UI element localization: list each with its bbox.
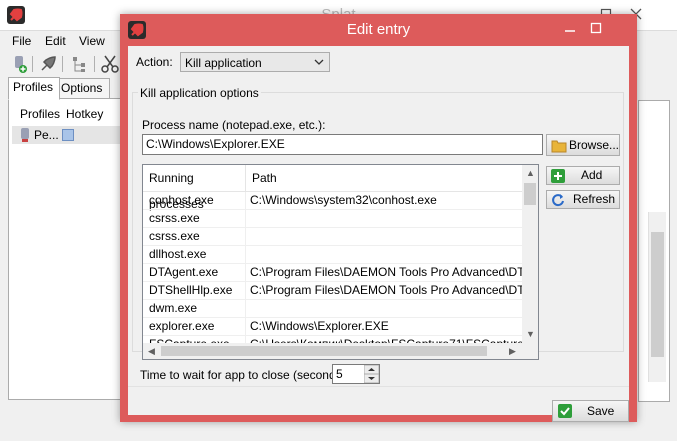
save-button[interactable]: Save xyxy=(552,400,629,422)
process-name-cell: DTAgent.exe xyxy=(143,264,246,281)
process-name-cell: DTShellHlp.exe xyxy=(143,282,246,299)
proc-rows: conhost.exe C:\Windows\system32\conhost.e… xyxy=(143,192,523,354)
table-row[interactable]: DTAgent.exe C:\Program Files\DAEMON Tools… xyxy=(143,264,523,282)
browse-button[interactable]: Browse... xyxy=(546,134,620,156)
process-name-cell: dwm.exe xyxy=(143,300,246,317)
menu-edit[interactable]: Edit xyxy=(45,34,66,48)
col-hotkey[interactable]: Hotkey xyxy=(66,104,103,124)
main-scrollbar[interactable] xyxy=(648,212,666,382)
scroll-down-icon[interactable]: ▼ xyxy=(526,329,535,339)
wait-seconds-spinner[interactable] xyxy=(363,364,380,384)
scroll-up-icon[interactable]: ▲ xyxy=(526,168,535,178)
dialog-titlebar: Edit entry xyxy=(120,14,637,46)
tree-icon[interactable] xyxy=(70,54,90,74)
scroll-right-icon[interactable]: ▶ xyxy=(509,346,516,357)
action-label: Action: xyxy=(136,55,173,69)
process-name-label: Process name (notepad.exe, etc.): xyxy=(142,118,326,132)
action-value: Kill application xyxy=(185,56,262,70)
col-running-processes[interactable]: Running processes xyxy=(143,165,246,211)
profile-name: Pe... xyxy=(34,128,59,142)
menu-view[interactable]: View xyxy=(79,34,105,48)
table-row[interactable]: dwm.exe xyxy=(143,300,523,318)
running-processes-list[interactable]: Running processes Path conhost.exe C:\Win… xyxy=(142,164,539,360)
table-row[interactable]: dllhost.exe xyxy=(143,246,523,264)
folder-icon xyxy=(551,140,567,153)
process-name-cell: csrss.exe xyxy=(143,228,246,245)
dialog-body: Action: Kill application Kill applicatio… xyxy=(128,46,629,422)
refresh-button[interactable]: Refresh xyxy=(546,190,620,209)
col-path[interactable]: Path xyxy=(246,165,523,191)
col-profiles[interactable]: Profiles xyxy=(20,104,60,124)
process-path-cell: C:\Windows\system32\conhost.exe xyxy=(250,193,437,207)
add-profile-icon[interactable] xyxy=(10,54,30,74)
action-select[interactable]: Kill application xyxy=(180,52,330,72)
process-name-input[interactable]: C:\Windows\Explorer.EXE xyxy=(142,134,543,155)
table-row[interactable]: csrss.exe xyxy=(143,210,523,228)
chevron-down-icon xyxy=(314,59,324,65)
minimize-icon[interactable] xyxy=(560,20,580,36)
proc-list-header: Running processes Path xyxy=(143,165,523,211)
hotkey-icon xyxy=(62,129,74,141)
toolbar xyxy=(0,52,130,76)
edit-entry-dialog: Edit entry Action: Kill application Kill… xyxy=(120,14,637,422)
refresh-icon xyxy=(552,194,564,207)
scissors-icon[interactable] xyxy=(100,54,120,74)
process-name-cell: conhost.exe xyxy=(143,192,246,209)
check-icon xyxy=(558,404,572,418)
process-name-cell: explorer.exe xyxy=(143,318,246,335)
table-row[interactable]: csrss.exe xyxy=(143,228,523,246)
table-row[interactable]: DTShellHlp.exe C:\Program Files\DAEMON To… xyxy=(143,282,523,300)
process-path-cell: C:\Windows\Explorer.EXE xyxy=(250,319,389,333)
proc-vertical-scrollbar[interactable]: ▲ ▼ xyxy=(522,165,538,343)
maximize-icon[interactable] xyxy=(586,20,606,36)
plus-icon xyxy=(551,169,565,183)
table-row[interactable]: conhost.exe C:\Windows\system32\conhost.e… xyxy=(143,192,523,210)
add-button[interactable]: Add xyxy=(546,166,620,185)
table-row[interactable]: explorer.exe C:\Windows\Explorer.EXE xyxy=(143,318,523,336)
tab-options[interactable]: Options xyxy=(56,78,110,99)
group-label: Kill application options xyxy=(138,86,261,100)
menu-file[interactable]: File xyxy=(12,34,31,48)
rocket-icon[interactable] xyxy=(38,54,58,74)
wait-label: Time to wait for app to close (seconds): xyxy=(140,368,349,382)
process-name-cell: dllhost.exe xyxy=(143,246,246,263)
tab-profiles[interactable]: Profiles xyxy=(8,77,60,100)
process-path-cell: C:\Program Files\DAEMON Tools Pro Advanc… xyxy=(250,283,523,297)
profile-icon xyxy=(21,128,29,142)
scroll-left-icon[interactable]: ◀ xyxy=(148,346,155,357)
list-item[interactable]: Pe... xyxy=(12,126,124,144)
proc-horizontal-scrollbar[interactable]: ◀ ▶ xyxy=(143,343,523,359)
process-path-cell: C:\Program Files\DAEMON Tools Pro Advanc… xyxy=(250,265,523,279)
process-name-cell: csrss.exe xyxy=(143,210,246,227)
